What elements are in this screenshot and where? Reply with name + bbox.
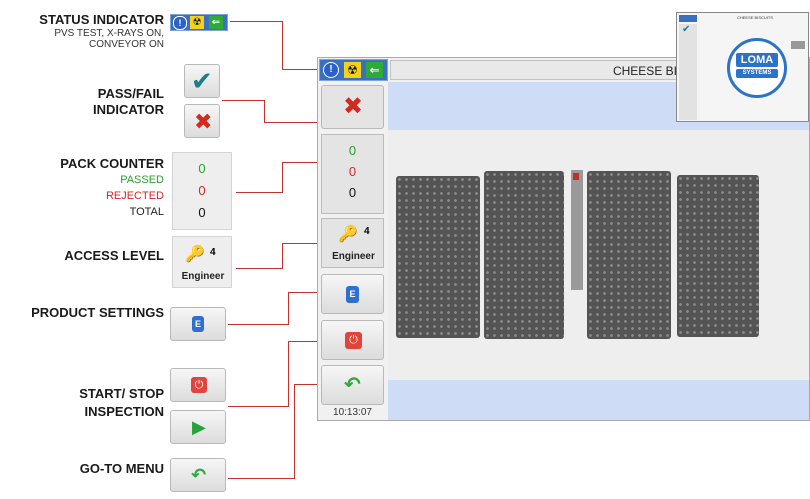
status-sub-line-1: PVS TEST, X-RAYS ON, <box>54 28 164 39</box>
pack-counter-label: PACK COUNTER <box>60 156 164 171</box>
status-indicator[interactable]: ! ☢ ⇐ <box>319 59 388 81</box>
access-role: Engineer <box>181 271 225 282</box>
status-icons-legend: ! ☢ ⇐ <box>170 14 228 31</box>
product-title: CHEESE BISCUITS <box>612 64 721 78</box>
access-level-legend: 🔑 4 Engineer <box>172 236 232 288</box>
product-settings-legend-button: E <box>170 307 226 341</box>
biscuit-divider <box>571 170 583 290</box>
thumbnail-sidebar: ✔ <box>679 24 697 120</box>
thumbnail-status <box>679 15 697 22</box>
thumbnail-machine-icon <box>791 41 805 49</box>
xray-image <box>388 130 809 380</box>
thumbnail-logo-top: LOMA <box>736 53 778 67</box>
passed-count: 0 <box>348 143 357 158</box>
rejected-count: 0 <box>348 164 357 179</box>
access-level-number: 4 <box>364 226 370 237</box>
xray-image-area <box>388 82 809 420</box>
pack-counter: 0 0 0 <box>321 134 384 214</box>
key-icon: 🔑 <box>338 226 358 243</box>
connector-counter <box>236 192 282 193</box>
pass-fail-indicator: ✖ <box>321 85 384 129</box>
start-legend-button: ▶ <box>170 410 226 444</box>
connector-access-2 <box>282 243 319 269</box>
red-x-icon: ✖ <box>343 93 364 120</box>
connector-product-2 <box>288 292 319 325</box>
database-icon: E <box>192 316 204 332</box>
goto-menu-legend-button: ↶ <box>170 458 226 492</box>
access-level-label: ACCESS LEVEL <box>64 248 164 263</box>
key-icon: 🔑 <box>185 246 205 263</box>
pass-fail-label-1: PASS/FAIL <box>97 86 164 101</box>
thumbnail-check-icon: ✔ <box>682 24 691 35</box>
rejected-count: 0 <box>198 183 206 198</box>
radiation-icon: ☢ <box>190 16 204 29</box>
connector-startstop <box>228 406 288 407</box>
connector-passfail-2 <box>264 122 318 123</box>
back-arrow-icon: ↶ <box>191 465 207 485</box>
thumbnail-logo-bottom: SYSTEMS <box>736 69 778 78</box>
start-stop-button[interactable]: ⏻ <box>321 320 384 360</box>
goto-menu-label: GO-TO MENU <box>79 461 164 476</box>
conveyor-arrow-icon: ⇐ <box>366 62 383 78</box>
passed-label: PASSED <box>120 174 164 186</box>
connector-goto-2 <box>294 384 319 479</box>
connector-product <box>228 324 288 325</box>
passed-count: 0 <box>198 161 206 176</box>
thumbnail-logo: LOMA SYSTEMS <box>727 38 787 98</box>
pack-counter-legend: 0 0 0 <box>172 152 232 230</box>
biscuit-1 <box>396 176 480 338</box>
reject-marker <box>573 173 579 180</box>
goto-menu-button[interactable]: ↶ <box>321 365 384 405</box>
product-settings-button[interactable]: E <box>321 274 384 314</box>
play-icon: ▶ <box>192 417 206 437</box>
biscuit-3 <box>587 171 671 339</box>
conveyor-arrow-icon: ⇐ <box>209 16 223 29</box>
connector-access <box>236 268 282 269</box>
biscuit-2 <box>484 171 564 339</box>
access-level-number: 4 <box>210 247 216 258</box>
rejected-label: REJECTED <box>105 190 164 202</box>
connector-passfail <box>222 100 265 123</box>
status-sub-line-2: CONVEYOR ON <box>88 39 164 50</box>
database-icon: E <box>346 286 359 303</box>
start-stop-label-2: INSPECTION <box>84 404 164 419</box>
total-count: 0 <box>198 205 206 220</box>
thumbnail-title: CHEESE BISCUITS <box>736 15 773 20</box>
radiation-icon: ☢ <box>344 62 361 78</box>
screen-thumbnail: CHEESE BISCUITS ✔ LOMA SYSTEMS <box>676 12 809 122</box>
pass-indicator-legend: ✔ <box>184 64 220 98</box>
total-count: 0 <box>348 185 357 200</box>
biscuit-4 <box>677 175 759 337</box>
connector-goto <box>228 478 294 479</box>
power-stop-icon: ⏻ <box>191 377 207 393</box>
clock: 10:13:07 <box>333 407 372 418</box>
access-role: Engineer <box>332 251 375 262</box>
stop-legend-button: ⏻ <box>170 368 226 402</box>
red-x-icon: ✖ <box>194 109 213 134</box>
connector-status-2 <box>282 69 318 70</box>
access-level[interactable]: 🔑 4 Engineer <box>321 218 384 268</box>
total-label: TOTAL <box>129 206 164 218</box>
status-indicator-label: STATUS INDICATOR <box>39 12 164 27</box>
info-icon: ! <box>173 16 187 30</box>
start-stop-label-1: START/ STOP <box>79 386 164 401</box>
connector-counter-2 <box>282 162 319 193</box>
checkmark-icon: ✔ <box>191 66 213 96</box>
product-settings-label: PRODUCT SETTINGS <box>31 305 164 320</box>
info-icon: ! <box>323 62 339 78</box>
power-stop-icon: ⏻ <box>345 332 362 349</box>
fail-indicator-legend: ✖ <box>184 104 220 138</box>
pass-fail-label-2: INDICATOR <box>92 102 164 117</box>
connector-status <box>230 21 283 70</box>
back-arrow-icon: ↶ <box>344 374 361 396</box>
